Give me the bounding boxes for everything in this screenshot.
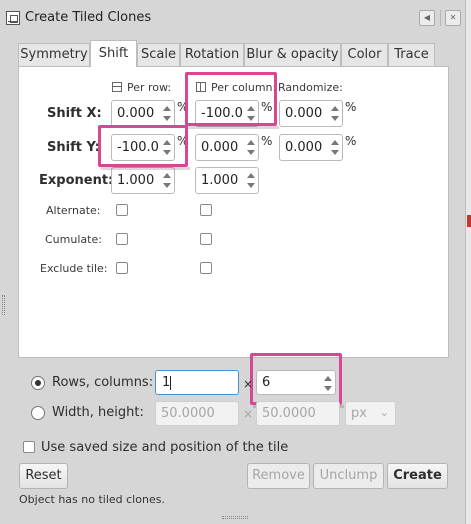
shift-y-per-column-value: 0.000 [201,140,239,155]
edge-marker [467,215,471,227]
times-sign: × [243,377,254,391]
text-cursor [170,375,172,390]
spin-arrows-icon[interactable] [329,136,341,159]
columns-spin[interactable]: 6 [256,370,336,395]
per-row-header: Per row: [127,81,172,94]
cumulate-per-column-checkbox[interactable] [200,233,212,245]
shift-x-per-row-spin[interactable]: 0.000 [111,100,175,127]
status-text: Object has no tiled clones. [19,493,165,506]
shift-x-label: Shift X: [47,106,102,121]
alternate-label: Alternate: [46,204,101,217]
title-divider [440,10,441,26]
exponent-per-row-spin[interactable]: 1.000 [111,167,175,194]
rows-input[interactable]: 1 [155,370,239,395]
width-value: 50.0000 [161,406,215,421]
use-saved-label: Use saved size and position of the tile [41,440,289,455]
exponent-per-row-value: 1.000 [117,173,155,188]
width-height-label: Width, height: [52,405,144,420]
shift-x-randomize-value: 0.000 [285,106,323,121]
tab-shift[interactable]: Shift [90,40,137,67]
alternate-per-row-checkbox[interactable] [116,204,128,216]
title-bar: Create Tiled Clones ◀ ✕ [4,6,464,30]
cumulate-per-row-checkbox[interactable] [116,233,128,245]
rows-columns-radio[interactable] [31,376,45,390]
close-icon[interactable]: ✕ [445,10,461,26]
shift-y-per-column-spin[interactable]: 0.000 [195,134,259,161]
randomize-header: Randomize: [278,81,343,94]
width-height-radio[interactable] [31,406,45,420]
tab-rotation[interactable]: Rotation [180,43,244,66]
right-edge-panel [465,0,471,524]
height-value: 50.0000 [262,406,316,421]
per-row-icon [112,82,122,92]
tab-scale[interactable]: Scale [137,43,180,66]
window-title: Create Tiled Clones [25,10,152,25]
shift-y-label: Shift Y: [47,140,100,155]
spin-arrows-icon[interactable] [329,102,341,125]
shift-y-randomize-unit: % [345,134,357,148]
side-grip-icon[interactable] [2,295,5,315]
collapse-left-icon[interactable]: ◀ [419,10,435,26]
width-spin[interactable]: 50.0000 [155,401,239,426]
tab-trace[interactable]: Trace [388,43,435,66]
shift-y-randomize-spin[interactable]: 0.000 [279,134,343,161]
spin-arrows-icon[interactable] [322,372,334,395]
highlight-box [98,125,190,170]
columns-value: 6 [262,375,271,390]
shift-x-randomize-unit: % [345,100,357,114]
exclude-tile-per-row-checkbox[interactable] [116,262,128,274]
tab-symmetry[interactable]: Symmetry [18,43,90,66]
spin-arrows-icon[interactable] [161,169,173,192]
spin-arrows-icon[interactable] [245,169,257,192]
reset-button[interactable]: Reset [19,463,68,489]
unclump-button[interactable]: Unclump [313,463,384,489]
shift-y-randomize-value: 0.000 [285,140,323,155]
unit-value: px [351,406,367,421]
shift-y-per-column-unit: % [261,134,273,148]
exponent-per-column-spin[interactable]: 1.000 [195,167,259,194]
rows-columns-label: Rows, columns: [52,375,154,390]
tab-blur-opacity[interactable]: Blur & opacity [244,43,341,66]
resize-grip-icon[interactable] [222,516,248,519]
chevron-down-icon: ⌄ [379,406,389,419]
highlight-box [185,72,279,129]
exclude-tile-label: Exclude tile: [40,262,108,275]
spin-arrows-icon[interactable] [245,136,257,159]
create-button[interactable]: Create [387,463,448,489]
height-spin[interactable]: 50.0000 [256,401,340,426]
rows-value: 1 [162,375,171,390]
cumulate-label: Cumulate: [45,233,102,246]
tiled-clones-icon [6,11,20,25]
exclude-tile-per-column-checkbox[interactable] [200,262,212,274]
unit-select[interactable]: px ⌄ [345,401,396,426]
shift-x-randomize-spin[interactable]: 0.000 [279,100,343,127]
spin-arrows-icon[interactable] [161,102,173,125]
times-sign-disabled: × [243,407,254,421]
use-saved-checkbox[interactable] [23,441,35,453]
exponent-label: Exponent: [39,173,114,188]
shift-x-per-row-value: 0.000 [117,106,155,121]
exponent-per-column-value: 1.000 [201,173,239,188]
alternate-per-column-checkbox[interactable] [200,204,212,216]
remove-button[interactable]: Remove [247,463,310,489]
tab-color[interactable]: Color [341,43,388,66]
